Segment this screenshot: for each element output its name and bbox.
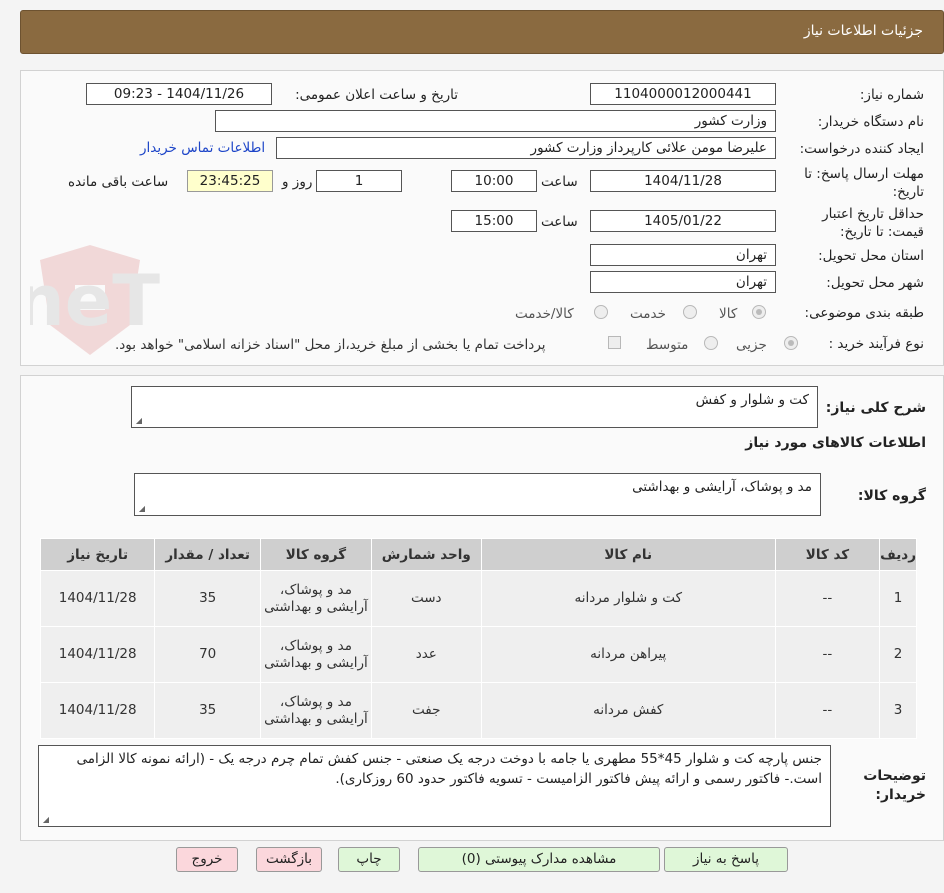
response-time-field[interactable]: 10:00 [451, 170, 537, 192]
cell-item-code: -- [774, 626, 881, 683]
response-date-field[interactable]: 1404/11/28 [590, 170, 776, 192]
delivery-province-label: استان محل تحویل: [818, 248, 924, 264]
cell-goods-group: مد و پوشاک، آرایشی و بهداشتی [260, 682, 372, 739]
response-deadline-label: مهلت ارسال پاسخ: تا تاریخ: [804, 166, 924, 200]
remaining-time-label: ساعت باقی مانده [68, 174, 169, 190]
table-header-row: ردیف کد کالا نام کالا واحد شمارش گروه کا… [39, 538, 917, 571]
exit-button[interactable]: خروج [176, 847, 238, 872]
cell-row-number: 1 [879, 570, 917, 627]
cell-row-number: 3 [879, 682, 917, 739]
col-unit: واحد شمارش [370, 538, 482, 571]
cell-item-code: -- [774, 570, 881, 627]
cell-goods-group: مد و پوشاک، آرایشی و بهداشتی [260, 626, 372, 683]
process-option-medium: متوسط [646, 337, 689, 353]
cell-need-date: 1404/11/28 [39, 682, 156, 739]
summary-label: شرح کلی نیاز: [825, 400, 926, 416]
col-row-number: ردیف [879, 538, 917, 571]
cell-item-name: کفش مردانه [480, 682, 776, 739]
cell-need-date: 1404/11/28 [39, 626, 156, 683]
price-validity-date-field[interactable]: 1405/01/22 [590, 210, 776, 232]
goods-group-label: گروه کالا: [857, 488, 926, 504]
cell-item-name: کت و شلوار مردانه [480, 570, 776, 627]
resize-grip-icon[interactable]: ◢ [41, 816, 49, 824]
process-radio-minor[interactable] [784, 336, 798, 350]
cell-quantity: 70 [154, 626, 262, 683]
category-option-service: خدمت [630, 306, 666, 322]
purchase-process-label: نوع فرآیند خرید : [828, 336, 924, 352]
col-quantity: تعداد / مقدار [154, 538, 262, 571]
treasury-payment-note: پرداخت تمام یا بخشی از مبلغ خرید،از محل … [115, 337, 546, 353]
reply-to-need-button[interactable]: پاسخ به نیاز [664, 847, 788, 872]
page-header: جزئيات اطلاعات نیاز [20, 10, 944, 54]
process-radio-medium[interactable] [704, 336, 718, 350]
cell-need-date: 1404/11/28 [39, 570, 156, 627]
buyer-notes-field[interactable]: جنس پارچه کت و شلوار 45*55 مطهری یا جامه… [38, 745, 831, 827]
delivery-province-field[interactable]: تهران [590, 244, 776, 266]
requester-label: ایجاد کننده درخواست: [799, 141, 924, 157]
print-button[interactable]: چاپ [338, 847, 400, 872]
buyer-org-field[interactable]: وزارت کشور [215, 110, 776, 132]
summary-field[interactable]: کت و شلوار و کفش ◢ [131, 386, 818, 428]
process-option-minor: جزیی [736, 337, 767, 353]
cell-quantity: 35 [154, 682, 262, 739]
category-radio-goods[interactable] [752, 305, 766, 319]
cell-item-code: -- [774, 682, 881, 739]
table-row: 1 -- کت و شلوار مردانه دست مد و پوشاک، آ… [39, 570, 917, 627]
cell-unit: دست [370, 570, 482, 627]
announce-datetime-label: تاریخ و ساعت اعلان عمومی: [295, 87, 458, 103]
delivery-city-field[interactable]: تهران [590, 271, 776, 293]
goods-group-field[interactable]: مد و پوشاک، آرایشی و بهداشتی ◢ [134, 473, 821, 516]
treasury-payment-checkbox[interactable] [608, 336, 621, 349]
requester-field[interactable]: علیرضا مومن علائی کارپرداز وزارت کشور [276, 137, 776, 159]
resize-grip-icon[interactable]: ◢ [137, 505, 145, 513]
col-need-date: تاریخ نیاز [39, 538, 156, 571]
remaining-days-field[interactable]: 1 [316, 170, 402, 192]
buyer-contact-link[interactable]: اطلاعات تماس خریدار [140, 140, 265, 156]
buyer-org-label: نام دستگاه خریدار: [817, 114, 924, 130]
view-attachments-button[interactable]: مشاهده مدارک پیوستی (0) [418, 847, 660, 872]
cell-unit: جفت [370, 682, 482, 739]
goods-group-text: مد و پوشاک، آرایشی و بهداشتی [632, 479, 812, 495]
cell-goods-group: مد و پوشاک، آرایشی و بهداشتی [260, 570, 372, 627]
need-number-field[interactable]: 1104000012000441 [590, 83, 776, 105]
remaining-time-field: 23:45:25 [187, 170, 273, 192]
price-validity-label: حداقل تاریخ اعتبار قیمت: تا تاریخ: [822, 206, 924, 240]
summary-text: کت و شلوار و کفش [695, 392, 809, 408]
announce-datetime-field[interactable]: 1404/11/26 - 09:23 [86, 83, 272, 105]
col-goods-group: گروه کالا [260, 538, 372, 571]
price-validity-time-field[interactable]: 15:00 [451, 210, 537, 232]
buyer-notes-text: جنس پارچه کت و شلوار 45*55 مطهری یا جامه… [76, 751, 822, 787]
category-radio-goods-service[interactable] [594, 305, 608, 319]
page-title: جزئيات اطلاعات نیاز [803, 23, 923, 39]
buyer-notes-label: توضیحات خریدار: [863, 768, 926, 803]
col-item-code: کد کالا [774, 538, 881, 571]
cell-unit: عدد [370, 626, 482, 683]
price-validity-time-label: ساعت [541, 214, 578, 230]
goods-section-title: اطلاعات کالاهای مورد نیاز [745, 435, 926, 451]
need-number-label: شماره نیاز: [859, 87, 924, 103]
category-radio-service[interactable] [683, 305, 697, 319]
cell-item-name: پیراهن مردانه [480, 626, 776, 683]
response-time-label: ساعت [541, 174, 578, 190]
cell-row-number: 2 [879, 626, 917, 683]
col-item-name: نام کالا [480, 538, 776, 571]
category-option-goods-service: کالا/خدمت [515, 306, 574, 322]
back-button[interactable]: بازگشت [256, 847, 322, 872]
goods-table: ردیف کد کالا نام کالا واحد شمارش گروه کا… [39, 538, 917, 739]
resize-grip-icon[interactable]: ◢ [134, 417, 142, 425]
days-label: روز و [282, 174, 313, 190]
cell-quantity: 35 [154, 570, 262, 627]
table-row: 2 -- پیراهن مردانه عدد مد و پوشاک، آرایش… [39, 626, 917, 683]
table-row: 3 -- کفش مردانه جفت مد و پوشاک، آرایشی و… [39, 682, 917, 739]
category-option-goods: کالا [719, 306, 738, 322]
delivery-city-label: شهر محل تحویل: [826, 275, 924, 291]
category-label: طبقه بندی موضوعی: [804, 305, 924, 321]
